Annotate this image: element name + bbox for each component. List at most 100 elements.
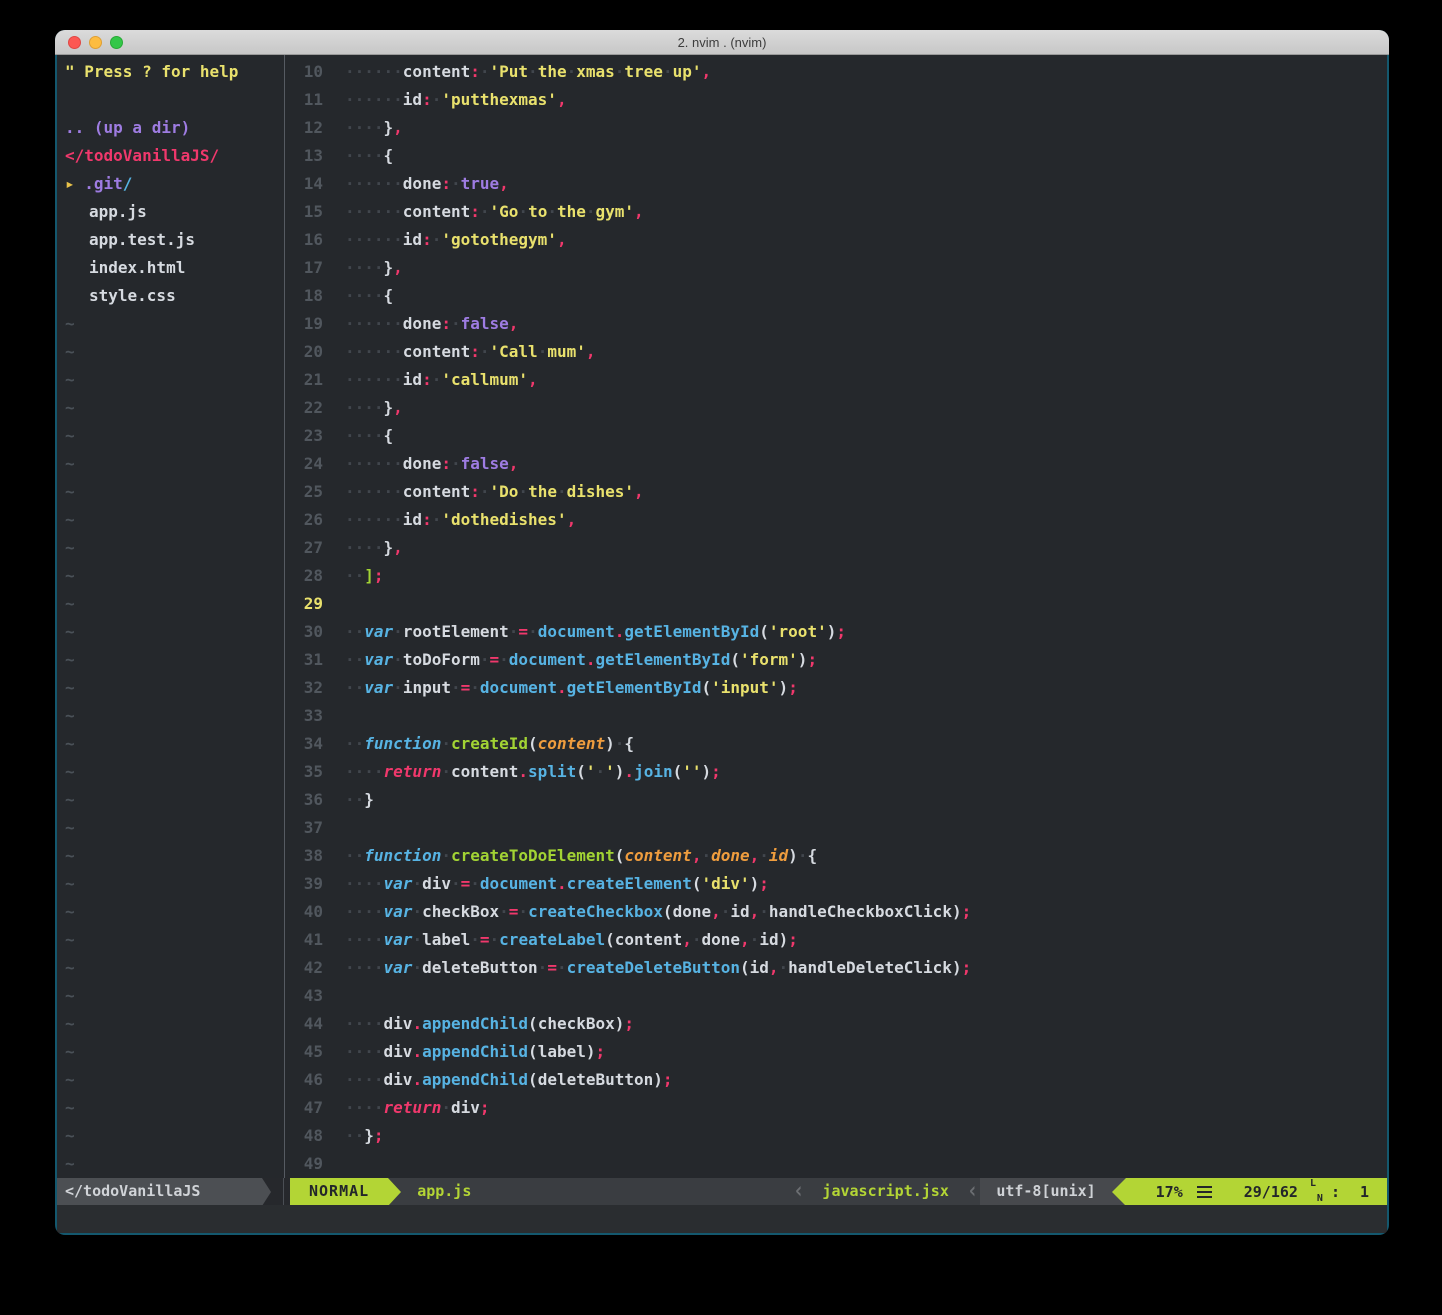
code-line-23[interactable]: 23····{: [285, 422, 1387, 450]
line-number: 18: [285, 282, 323, 310]
empty-buffer-tilde: ~: [57, 926, 284, 954]
line-number: 11: [285, 86, 323, 114]
code-line-33[interactable]: 33: [285, 702, 1387, 730]
code-line-47[interactable]: 47····return·div;: [285, 1094, 1387, 1122]
code-line-18[interactable]: 18····{: [285, 282, 1387, 310]
code-line-28[interactable]: 28··];: [285, 562, 1387, 590]
code-line-36[interactable]: 36··}: [285, 786, 1387, 814]
code-line-13[interactable]: 13····{: [285, 142, 1387, 170]
code-line-16[interactable]: 16······id:·'gotothegym',: [285, 226, 1387, 254]
window-title: 2. nvim . (nvim): [678, 35, 767, 50]
line-number: 32: [285, 674, 323, 702]
line-number: 20: [285, 338, 323, 366]
code-line-39[interactable]: 39····var·div·=·document.createElement('…: [285, 870, 1387, 898]
minimize-button[interactable]: [89, 36, 102, 49]
code-editor[interactable]: 10······content:·'Put·the·xmas·tree·up',…: [285, 55, 1387, 1178]
code-line-19[interactable]: 19······done:·false,: [285, 310, 1387, 338]
tree-item--git[interactable]: ▸ .git/: [57, 170, 284, 198]
line-number-icon: LN: [1310, 1182, 1323, 1202]
line-number: 36: [285, 786, 323, 814]
code-line-25[interactable]: 25······content:·'Do·the·dishes',: [285, 478, 1387, 506]
line-number: 30: [285, 618, 323, 646]
powerline-arrow-icon: [388, 1178, 401, 1205]
code-line-26[interactable]: 26······id:·'dothedishes',: [285, 506, 1387, 534]
empty-buffer-tilde: ~: [57, 870, 284, 898]
code-line-30[interactable]: 30··var·rootElement·=·document.getElemen…: [285, 618, 1387, 646]
empty-buffer-tilde: ~: [57, 646, 284, 674]
terminal-content: " Press ? for help.. (up a dir)</todoVan…: [57, 55, 1387, 1233]
code-line-42[interactable]: 42····var·deleteButton·=·createDeleteBut…: [285, 954, 1387, 982]
chevron-left-icon: ‹: [791, 1178, 806, 1205]
empty-buffer-tilde: ~: [57, 618, 284, 646]
line-number: 35: [285, 758, 323, 786]
code-line-10[interactable]: 10······content:·'Put·the·xmas·tree·up',: [285, 58, 1387, 86]
code-line-31[interactable]: 31··var·toDoForm·=·document.getElementBy…: [285, 646, 1387, 674]
code-line-41[interactable]: 41····var·label·=·createLabel(content,·d…: [285, 926, 1387, 954]
code-line-45[interactable]: 45····div.appendChild(label);: [285, 1038, 1387, 1066]
line-number: 21: [285, 366, 323, 394]
line-number: 23: [285, 422, 323, 450]
line-number: 34: [285, 730, 323, 758]
statusline-spacer: [471, 1178, 791, 1205]
line-number: 17: [285, 254, 323, 282]
empty-buffer-tilde: ~: [57, 842, 284, 870]
code-line-35[interactable]: 35····return·content.split('·').join('')…: [285, 758, 1387, 786]
close-button[interactable]: [68, 36, 81, 49]
powerline-arrow-icon: [1112, 1178, 1126, 1205]
code-line-43[interactable]: 43: [285, 982, 1387, 1010]
code-line-46[interactable]: 46····div.appendChild(deleteButton);: [285, 1066, 1387, 1094]
tree-item-app-js[interactable]: app.js: [57, 198, 284, 226]
empty-buffer-tilde: ~: [57, 674, 284, 702]
code-line-20[interactable]: 20······content:·'Call·mum',: [285, 338, 1387, 366]
title-bar[interactable]: 2. nvim . (nvim): [55, 30, 1389, 55]
tree-up-dir[interactable]: .. (up a dir): [57, 114, 284, 142]
empty-buffer-tilde: ~: [57, 1038, 284, 1066]
dir-collapsed-arrow-icon[interactable]: ▸: [65, 174, 84, 193]
empty-buffer-tilde: ~: [57, 394, 284, 422]
code-line-37[interactable]: 37: [285, 814, 1387, 842]
scroll-percent: 17%: [1156, 1178, 1183, 1205]
code-line-40[interactable]: 40····var·checkBox·=·createCheckbox(done…: [285, 898, 1387, 926]
empty-buffer-tilde: ~: [57, 982, 284, 1010]
empty-buffer-tilde: ~: [57, 702, 284, 730]
command-line-area[interactable]: [57, 1205, 1387, 1233]
code-line-44[interactable]: 44····div.appendChild(checkBox);: [285, 1010, 1387, 1038]
code-line-24[interactable]: 24······done:·false,: [285, 450, 1387, 478]
line-number: 37: [285, 814, 323, 842]
code-line-34[interactable]: 34··function·createId(content)·{: [285, 730, 1387, 758]
tree-item-style-css[interactable]: style.css: [57, 282, 284, 310]
line-number: 19: [285, 310, 323, 338]
code-line-48[interactable]: 48··};: [285, 1122, 1387, 1150]
line-number: 24: [285, 450, 323, 478]
filename-segment: app.js: [401, 1178, 471, 1205]
code-line-22[interactable]: 22····},: [285, 394, 1387, 422]
line-number: 33: [285, 702, 323, 730]
empty-buffer-tilde: ~: [57, 1122, 284, 1150]
empty-buffer-tilde: ~: [57, 786, 284, 814]
code-line-38[interactable]: 38··function·createToDoElement(content,·…: [285, 842, 1387, 870]
code-line-15[interactable]: 15······content:·'Go·to·the·gym',: [285, 198, 1387, 226]
empty-buffer-tilde: ~: [57, 366, 284, 394]
tree-item-app-test-js[interactable]: app.test.js: [57, 226, 284, 254]
code-line-29[interactable]: 29: [285, 590, 1387, 618]
position-segment: 17% 29/162 LN : 1: [1126, 1178, 1387, 1205]
line-number: 15: [285, 198, 323, 226]
code-line-49[interactable]: 49: [285, 1150, 1387, 1178]
empty-buffer-tilde: ~: [57, 506, 284, 534]
code-line-14[interactable]: 14······done:·true,: [285, 170, 1387, 198]
statusline-gap: [271, 1178, 290, 1205]
encoding-segment: utf-8[unix]: [980, 1178, 1111, 1205]
code-line-27[interactable]: 27····},: [285, 534, 1387, 562]
code-line-21[interactable]: 21······id:·'callmum',: [285, 366, 1387, 394]
code-line-32[interactable]: 32··var·input·=·document.getElementById(…: [285, 674, 1387, 702]
code-line-17[interactable]: 17····},: [285, 254, 1387, 282]
empty-buffer-tilde: ~: [57, 534, 284, 562]
code-line-12[interactable]: 12····},: [285, 114, 1387, 142]
tree-item-index-html[interactable]: index.html: [57, 254, 284, 282]
tree-root[interactable]: </todoVanillaJS/: [57, 142, 284, 170]
code-line-11[interactable]: 11······id:·'putthexmas',: [285, 86, 1387, 114]
vim-panes: " Press ? for help.. (up a dir)</todoVan…: [57, 55, 1387, 1178]
empty-buffer-tilde: ~: [57, 1010, 284, 1038]
nerdtree-sidebar[interactable]: " Press ? for help.. (up a dir)</todoVan…: [57, 55, 284, 1178]
zoom-button[interactable]: [110, 36, 123, 49]
